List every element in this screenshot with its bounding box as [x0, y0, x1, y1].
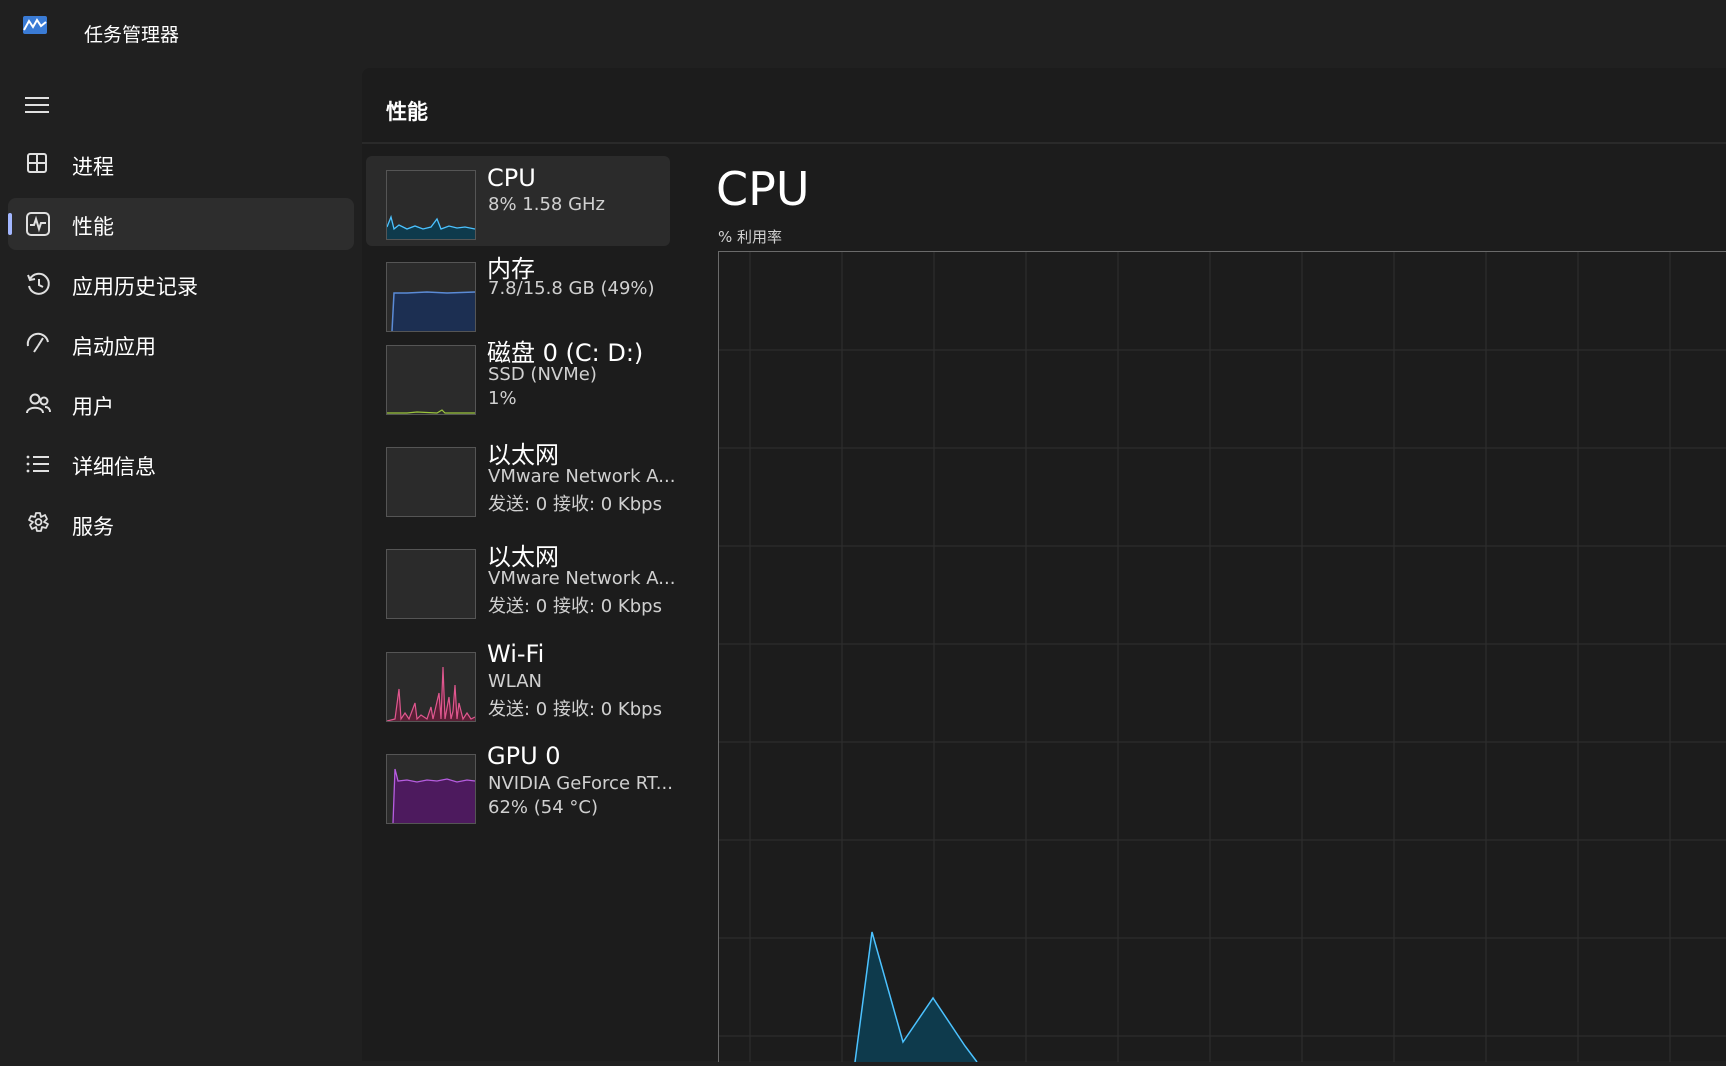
nav-item-users[interactable]: 用户	[8, 378, 354, 430]
nav-item-app-history[interactable]: 应用历史记录	[8, 258, 354, 310]
task-manager-logo-icon	[23, 16, 47, 34]
resource-name: GPU 0	[487, 742, 561, 770]
details-icon	[26, 455, 49, 473]
navigation-pane: 进程 性能 应用历史记录 启动应用 用户 详细信息 服务	[0, 62, 362, 1061]
resource-item-wifi[interactable]: Wi-Fi WLAN 发送: 0 接收: 0 Kbps	[366, 640, 670, 738]
processes-icon	[27, 153, 47, 173]
main-content: 性能 CPU 8% 1.58 GHz 内存 7.8/15.8 GB (49%)	[362, 68, 1726, 1063]
resource-name: 以太网	[487, 441, 559, 469]
nav-label: 进程	[72, 155, 114, 179]
nav-label: 启动应用	[72, 335, 156, 359]
page-header: 性能	[362, 68, 1726, 144]
resource-detail: 8% 1.58 GHz	[488, 194, 606, 215]
resource-item-memory[interactable]: 内存 7.8/15.8 GB (49%)	[366, 247, 670, 337]
app-title: 任务管理器	[84, 24, 180, 46]
cpu-usage-area	[855, 932, 977, 1062]
selection-indicator	[8, 213, 12, 235]
nav-item-processes[interactable]: 进程	[8, 138, 354, 190]
services-icon	[28, 512, 49, 532]
resource-detail: 7.8/15.8 GB (49%)	[488, 278, 655, 299]
resource-detail: 1%	[488, 388, 517, 409]
resource-detail: VMware Network A...	[488, 466, 676, 487]
resource-detail: 发送: 0 接收: 0 Kbps	[488, 699, 662, 720]
nav-label: 服务	[72, 515, 114, 539]
cpu-thumbnail-graph	[386, 170, 476, 240]
wifi-thumbnail-graph	[386, 652, 476, 722]
disk-thumbnail-graph	[386, 345, 476, 415]
nav-label: 应用历史记录	[72, 275, 198, 299]
resource-detail: SSD (NVMe)	[488, 364, 597, 385]
resource-detail: WLAN	[488, 671, 543, 692]
ethernet-thumbnail-graph	[386, 447, 476, 517]
nav-item-startup-apps[interactable]: 启动应用	[8, 318, 354, 370]
detail-title: CPU	[716, 162, 810, 216]
startup-icon	[26, 332, 49, 353]
resource-name: Wi-Fi	[487, 640, 545, 668]
nav-item-details[interactable]: 详细信息	[8, 438, 354, 490]
page-title: 性能	[386, 100, 428, 124]
resource-detail: 62% (54 °C)	[488, 797, 598, 818]
resource-name: 磁盘 0 (C: D:)	[487, 339, 644, 367]
hamburger-menu-icon[interactable]	[22, 92, 52, 118]
nav-item-performance[interactable]: 性能	[8, 198, 354, 250]
resource-item-ethernet-2[interactable]: 以太网 VMware Network A... 发送: 0 接收: 0 Kbps	[366, 543, 675, 636]
resource-item-cpu[interactable]: CPU 8% 1.58 GHz	[366, 156, 670, 246]
cpu-utilization-graph	[718, 251, 1726, 1063]
utilization-label: % 利用率	[718, 228, 783, 246]
resource-detail: VMware Network A...	[488, 568, 676, 589]
resource-name: CPU	[487, 164, 536, 192]
resource-name: 以太网	[487, 543, 559, 571]
nav-label: 详细信息	[72, 455, 156, 479]
gpu-thumbnail-graph	[386, 754, 476, 824]
nav-label: 用户	[72, 395, 114, 419]
resource-item-disk[interactable]: 磁盘 0 (C: D:) SSD (NVMe) 1%	[366, 339, 670, 431]
performance-icon	[26, 212, 50, 236]
resource-item-ethernet-1[interactable]: 以太网 VMware Network A... 发送: 0 接收: 0 Kbps	[366, 441, 675, 534]
resource-detail: 发送: 0 接收: 0 Kbps	[488, 494, 662, 515]
users-icon	[26, 393, 51, 414]
history-icon	[27, 272, 50, 295]
nav-label: 性能	[72, 215, 114, 239]
nav-item-services[interactable]: 服务	[8, 498, 354, 550]
resource-detail: NVIDIA GeForce RT...	[488, 773, 673, 794]
memory-thumbnail-graph	[386, 262, 476, 332]
resource-detail: 发送: 0 接收: 0 Kbps	[488, 596, 662, 617]
title-bar: 任务管理器	[0, 0, 1726, 62]
ethernet-thumbnail-graph	[386, 549, 476, 619]
resource-item-gpu[interactable]: GPU 0 NVIDIA GeForce RT... 62% (54 °C)	[366, 742, 673, 840]
